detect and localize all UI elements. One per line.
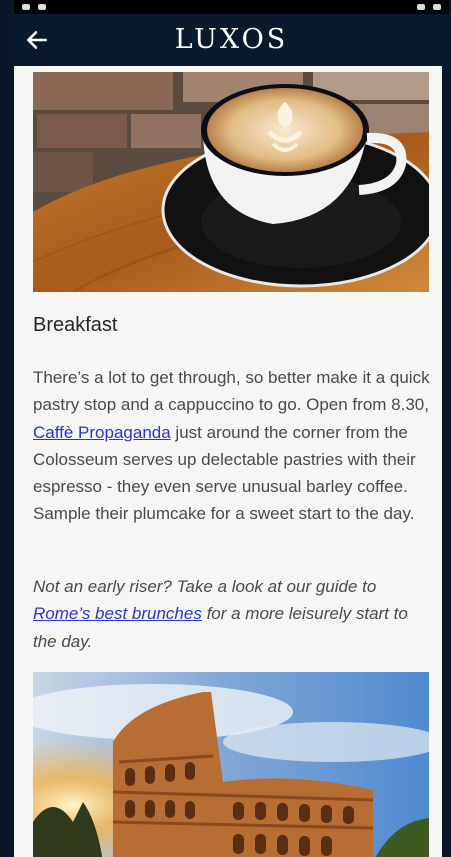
para2-text-start: Not an early riser? Take a look at our g…	[33, 577, 377, 596]
rome-brunches-link[interactable]: Rome’s best brunches	[33, 604, 202, 623]
status-bar	[14, 0, 449, 14]
phone-frame: LUXOS Breakfast There’s a lot to get thr…	[0, 0, 451, 857]
status-left	[22, 4, 46, 10]
brand-logo: LUXOS	[174, 24, 289, 55]
status-right	[417, 4, 441, 10]
battery-icon	[433, 4, 441, 10]
app-bar: LUXOS	[14, 14, 449, 66]
notification-icon	[22, 4, 30, 10]
article-paragraph: There’s a lot to get through, so better …	[33, 364, 433, 528]
message-icon	[38, 4, 46, 10]
article-content: Breakfast There’s a lot to get through, …	[14, 66, 442, 857]
caffe-propaganda-link[interactable]: Caffè Propaganda	[33, 423, 171, 442]
colosseum-image	[33, 672, 429, 857]
coffee-image	[33, 72, 429, 292]
section-heading: Breakfast	[33, 314, 118, 336]
signal-icon	[417, 4, 425, 10]
article-note: Not an early riser? Take a look at our g…	[33, 573, 433, 655]
para1-text-start: There’s a lot to get through, so better …	[33, 368, 430, 415]
